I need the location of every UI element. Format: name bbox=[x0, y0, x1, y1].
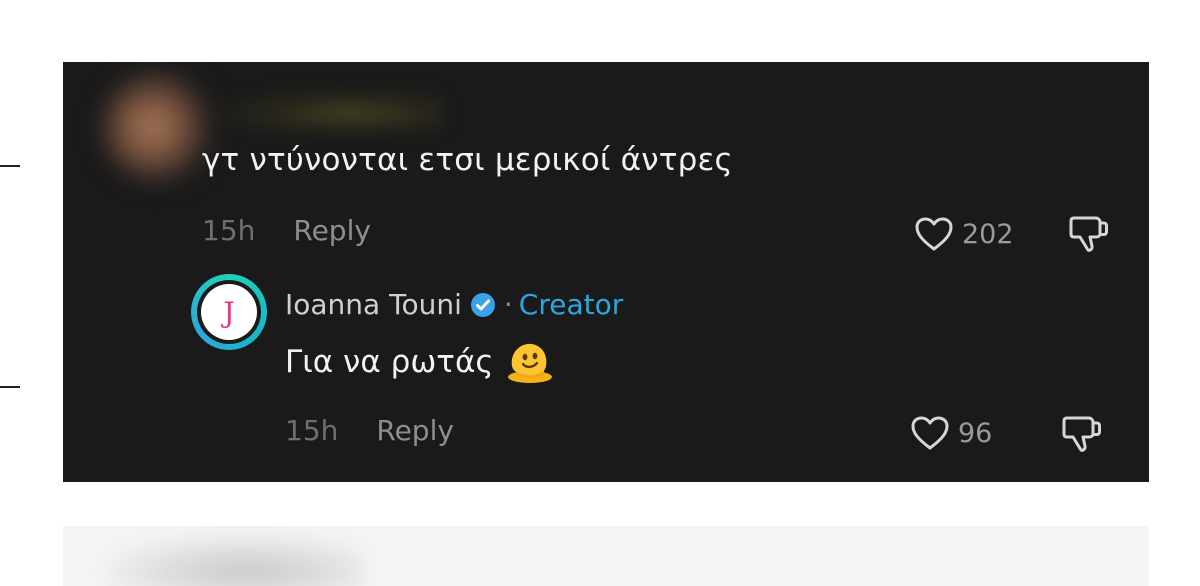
like-count: 202 bbox=[962, 218, 1014, 250]
reply-button[interactable]: Reply bbox=[293, 214, 371, 247]
heart-icon bbox=[915, 217, 953, 251]
like-count-2: 96 bbox=[958, 417, 993, 449]
verified-badge-icon bbox=[470, 292, 496, 318]
reply-text-row: Για να ρωτάς bbox=[285, 340, 554, 384]
like-button[interactable]: 202 bbox=[914, 216, 1014, 252]
heart-icon bbox=[911, 416, 949, 450]
comment-timestamp: 15h bbox=[202, 214, 256, 247]
comment-meta-row: 15h Reply bbox=[202, 214, 371, 247]
commenter-avatar-blurred[interactable] bbox=[103, 72, 213, 182]
like-button-2[interactable]: 96 bbox=[910, 415, 992, 451]
commenter-name-blurred bbox=[213, 90, 443, 130]
creator-avatar-letter: J bbox=[201, 284, 257, 340]
left-edge-divider-bottom bbox=[0, 386, 20, 388]
left-edge-divider-top bbox=[0, 165, 20, 167]
comment-text: γτ ντύνονται ετσι μερικοί άντρες bbox=[202, 142, 733, 178]
creator-avatar[interactable]: J bbox=[191, 274, 267, 350]
reply-author-name[interactable]: Ioanna Touni bbox=[285, 288, 462, 321]
reply-button-2[interactable]: Reply bbox=[376, 414, 454, 447]
creator-badge: Creator bbox=[518, 288, 624, 321]
creator-avatar-ring-gap: J bbox=[197, 280, 261, 344]
reply-timestamp: 15h bbox=[285, 414, 339, 447]
comments-panel: γτ ντύνονται ετσι μερικοί άντρες 15h Repl… bbox=[63, 62, 1149, 482]
reply-text: Για να ρωτάς bbox=[285, 344, 494, 380]
reply-meta-row: 15h Reply bbox=[285, 414, 454, 447]
melting-face-icon bbox=[506, 340, 554, 384]
next-card-blurred bbox=[63, 526, 1149, 586]
dislike-icon[interactable] bbox=[1066, 212, 1110, 256]
reply-author-row: Ioanna Touni · Creator bbox=[285, 288, 623, 321]
dislike-icon[interactable] bbox=[1059, 412, 1103, 456]
author-separator: · bbox=[503, 288, 513, 321]
next-card-avatar-blurred bbox=[103, 536, 363, 586]
